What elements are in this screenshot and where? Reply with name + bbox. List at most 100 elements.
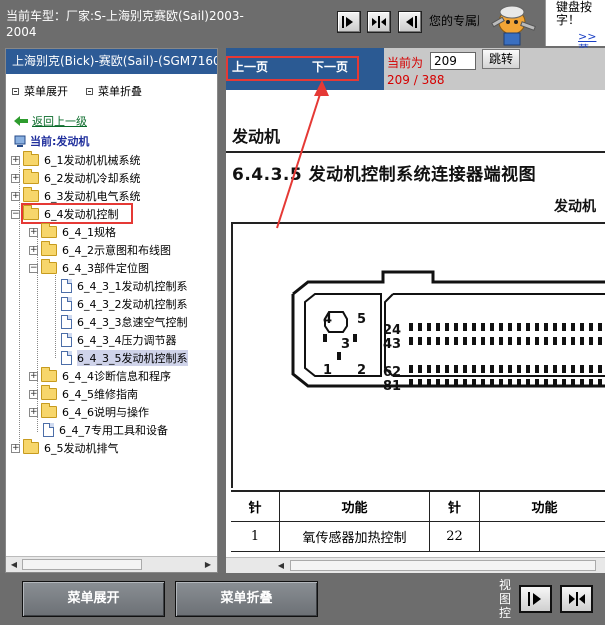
top-bar: 当前车型：厂家:S-上海别克赛欧(Sail)2003-2004 您的专属服务专线 — [0, 0, 605, 56]
connector-pin — [409, 323, 413, 331]
tree-item[interactable]: 6_4_7专用工具和设备 — [43, 421, 168, 439]
pin-label: 2 — [357, 363, 366, 378]
tree-item[interactable]: 6_4_3_3怠速空气控制 — [61, 313, 188, 331]
app-window: 当前车型：厂家:S-上海别克赛欧(Sail)2003-2004 您的专属服务专线 — [0, 0, 605, 625]
expand-icon[interactable]: + — [29, 245, 38, 255]
expand-icon[interactable]: + — [11, 443, 20, 453]
dock-left-button[interactable] — [398, 11, 422, 33]
jump-button[interactable]: 跳转 — [482, 49, 520, 69]
tree-item[interactable]: 6_4_3_2发动机控制系 — [61, 295, 188, 313]
right-horizontal-scrollbar[interactable]: ◀ — [226, 557, 605, 573]
connector-pin — [445, 323, 449, 331]
tree-item[interactable]: 6_4_3_1发动机控制系 — [61, 277, 188, 295]
folder-icon — [41, 367, 57, 382]
folder-icon — [41, 385, 57, 400]
connector-pin — [517, 323, 521, 331]
expand-icon[interactable]: + — [11, 191, 20, 201]
connector-pin — [454, 337, 458, 345]
scroll-right-icon[interactable]: ▶ — [201, 558, 215, 571]
connector-pin — [517, 365, 521, 373]
highlight-box — [21, 203, 133, 224]
collapse-icon[interactable]: − — [11, 209, 20, 219]
tree-item[interactable]: +6_2发动机冷却系统 — [11, 169, 141, 187]
connector-pin — [580, 379, 584, 387]
tree-item[interactable]: +6_4_6说明与操作 — [29, 403, 149, 421]
computer-icon — [14, 135, 26, 147]
connector-pin — [436, 365, 440, 373]
connector-pin — [562, 379, 566, 387]
collapse-all-label: 菜单折叠 — [98, 85, 142, 98]
table-row: 1 氧传感器加热控制 22 — [231, 522, 605, 552]
split-view-button[interactable] — [560, 585, 593, 613]
connector-pin — [589, 323, 593, 331]
connector-pin — [445, 337, 449, 345]
folder-icon — [41, 241, 57, 256]
connector-pin — [535, 379, 539, 387]
tree-item[interactable]: +6_4_2示意图和布线图 — [29, 241, 171, 259]
diagram-subtitle: 发动机 — [554, 199, 596, 215]
connector-diagram: 4 5 3 1 2 24 43 62 81 — [231, 222, 605, 488]
connector-pin — [526, 379, 530, 387]
dock-right-icon — [528, 592, 541, 606]
expand-all-link[interactable]: 菜单展开 — [12, 83, 68, 99]
vehicle-title: 上海别克(Bick)-赛欧(Sail)-(SGM7160S — [6, 49, 217, 74]
dock-left-icon — [406, 16, 417, 28]
collapse-icon[interactable]: − — [29, 263, 38, 273]
tree-item[interactable]: +6_1发动机机械系统 — [11, 151, 141, 169]
connector-pin — [463, 337, 467, 345]
scroll-left-icon[interactable]: ◀ — [274, 559, 288, 572]
page-number-input[interactable]: 209 — [430, 52, 476, 70]
table-cell: 氧传感器加热控制 — [279, 522, 429, 551]
connector-pin — [409, 337, 413, 345]
connector-pin — [526, 365, 530, 373]
table-cell — [479, 522, 605, 551]
prev-page-link[interactable]: 上一页 — [232, 58, 268, 75]
tree-item[interactable]: +6_5发动机排气 — [11, 439, 119, 457]
tree-item-label: 6_4_3_4压力调节器 — [77, 334, 177, 347]
scrollbar-thumb[interactable] — [22, 559, 142, 570]
expand-icon[interactable]: + — [11, 173, 20, 183]
tree-item-label: 6_4_6说明与操作 — [62, 406, 149, 419]
pin-label: 4 — [323, 312, 332, 327]
connector-pin — [499, 323, 503, 331]
dock-right-button[interactable] — [519, 585, 552, 613]
connector-pin — [463, 379, 467, 387]
connector-pin — [598, 365, 602, 373]
tree-item-label: 6_3发动机电气系统 — [44, 190, 141, 203]
tree-item[interactable]: 6_4_3_4压力调节器 — [61, 331, 177, 349]
expand-menu-button[interactable]: 菜单展开 — [22, 581, 165, 617]
expand-icon[interactable]: + — [29, 227, 38, 237]
collapse-all-link[interactable]: 菜单折叠 — [86, 83, 142, 99]
tree-item[interactable]: +6_4_1规格 — [29, 223, 116, 241]
tree-item-selected[interactable]: 6_4_3_5发动机控制系 — [61, 349, 188, 367]
left-horizontal-scrollbar[interactable]: ◀ ▶ — [6, 556, 217, 572]
tree-item-label: 6_1发动机机械系统 — [44, 154, 141, 167]
expand-icon[interactable]: + — [29, 389, 38, 399]
expand-icon[interactable]: + — [29, 407, 38, 417]
tree-item[interactable]: +6_4_5维修指南 — [29, 385, 138, 403]
connector-pin — [544, 337, 548, 345]
scrollbar-thumb[interactable] — [290, 560, 596, 571]
column-header: 功能 — [279, 492, 429, 521]
collapse-menu-button[interactable]: 菜单折叠 — [175, 581, 318, 617]
connector-pin — [580, 323, 584, 331]
back-link[interactable]: 返回上一级 — [14, 113, 87, 129]
tree-item[interactable]: +6_4_4诊断信息和程序 — [29, 367, 171, 385]
tree-item-label: 6_5发动机排气 — [44, 442, 119, 455]
expand-icon[interactable]: + — [29, 371, 38, 381]
connector-pin — [544, 379, 548, 387]
split-view-button[interactable] — [367, 11, 391, 33]
connector-pin — [481, 337, 485, 345]
next-page-link[interactable]: 下一页 — [312, 58, 348, 75]
connector-pin — [598, 379, 602, 387]
dock-right-button[interactable] — [337, 11, 361, 33]
expand-icon[interactable]: + — [11, 155, 20, 165]
tree-item[interactable]: − 6_4_3部件定位图 — [29, 259, 149, 277]
divider — [226, 151, 605, 153]
left-navigation-panel: 上海别克(Bick)-赛欧(Sail)-(SGM7160S 菜单展开 菜单折叠 … — [5, 48, 218, 573]
connector-pin — [508, 323, 512, 331]
scroll-left-icon[interactable]: ◀ — [7, 558, 21, 571]
folder-icon — [41, 403, 57, 418]
pin-rows — [409, 323, 602, 387]
connector-pin — [499, 365, 503, 373]
